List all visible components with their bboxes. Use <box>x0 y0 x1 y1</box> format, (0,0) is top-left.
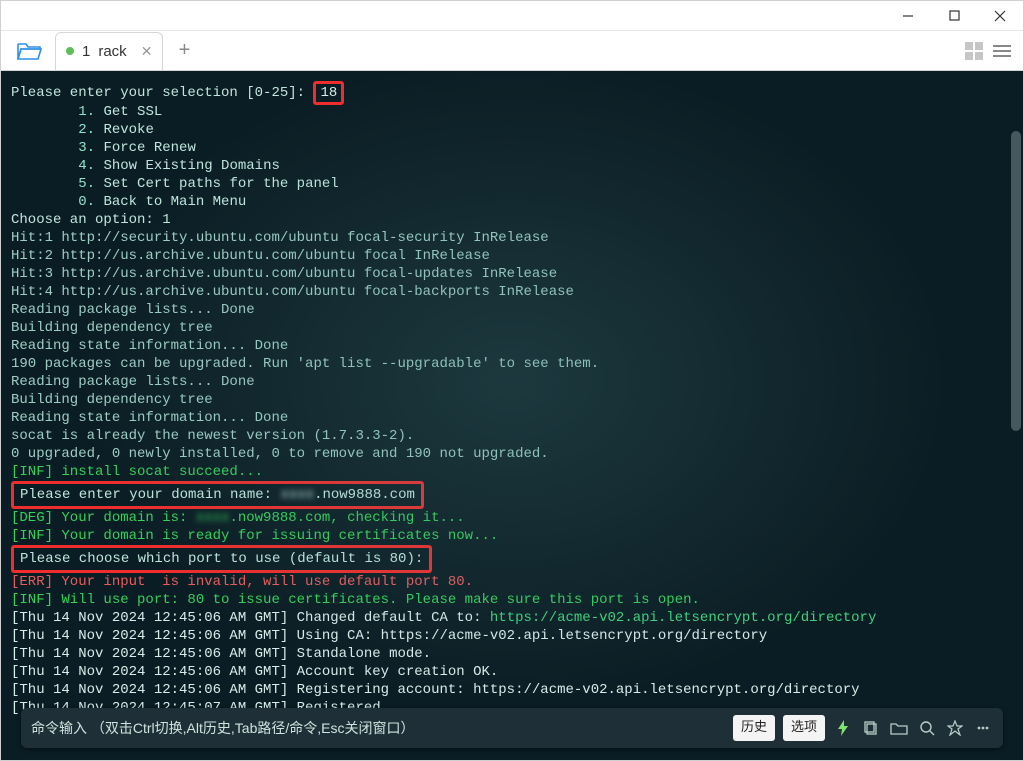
domain-prompt-text: Please enter your domain name: <box>20 487 280 503</box>
maximize-button[interactable] <box>931 1 977 31</box>
apt-line: Reading package lists... Done <box>11 301 1013 319</box>
selection-value: 18 <box>320 85 337 101</box>
menu-item-cert-paths: Set Cert paths for the panel <box>103 176 338 192</box>
apt-line: Hit:4 http://us.archive.ubuntu.com/ubunt… <box>11 283 1013 301</box>
window-titlebar <box>1 1 1023 31</box>
acme-registering: Registering account: https://acme-v02.ap… <box>288 682 859 698</box>
menu-item-revoke: Revoke <box>103 122 153 138</box>
minimize-button[interactable] <box>885 1 931 31</box>
bolt-icon[interactable] <box>833 718 853 738</box>
domain-blurred: xxxx <box>196 510 230 526</box>
port-prompt-text: Please choose which port to use (default… <box>20 551 423 567</box>
menu-num: 4. <box>78 158 95 174</box>
selection-prompt: Please enter your selection [0-25]: <box>11 85 305 101</box>
copy-icon[interactable] <box>861 718 881 738</box>
more-icon[interactable] <box>973 718 993 738</box>
new-tab-button[interactable]: + <box>169 36 199 66</box>
apt-line: Hit:3 http://us.archive.ubuntu.com/ubunt… <box>11 265 1013 283</box>
acme-text: Changed default CA to: <box>288 610 490 626</box>
inf-ready-line: [INF] Your domain is ready for issuing c… <box>11 527 1013 545</box>
timestamp: [Thu 14 Nov 2024 12:45:06 AM GMT] <box>11 682 288 698</box>
err-line: [ERR] Your input is invalid, will use de… <box>11 573 1013 591</box>
menu-item-show-domains: Show Existing Domains <box>103 158 279 174</box>
star-icon[interactable] <box>945 718 965 738</box>
grid-view-icon[interactable] <box>965 42 983 60</box>
app-window: 1 rack ✕ + Please enter your selection [… <box>0 0 1024 761</box>
apt-line: Building dependency tree <box>11 319 1013 337</box>
timestamp: [Thu 14 Nov 2024 12:45:06 AM GMT] <box>11 646 288 662</box>
menu-num: 0. <box>78 194 95 210</box>
menu-num: 5. <box>78 176 95 192</box>
terminal-output[interactable]: Please enter your selection [0-25]: 18 1… <box>1 71 1023 760</box>
timestamp: [Thu 14 Nov 2024 12:45:06 AM GMT] <box>11 610 288 626</box>
menu-item-back: Back to Main Menu <box>103 194 246 210</box>
tab-index: 1 <box>82 43 90 60</box>
apt-line: Reading package lists... Done <box>11 373 1013 391</box>
menu-item-force-renew: Force Renew <box>103 140 195 156</box>
acme-standalone: Standalone mode. <box>288 646 431 662</box>
apt-line: Hit:2 http://us.archive.ubuntu.com/ubunt… <box>11 247 1013 265</box>
apt-line: socat is already the newest version (1.7… <box>11 427 1013 445</box>
port-prompt-highlight: Please choose which port to use (default… <box>11 545 432 573</box>
domain-prompt-highlight: Please enter your domain name: xxxx.now9… <box>11 481 424 509</box>
deg-prefix: [DEG] Your domain is: <box>11 510 196 526</box>
scrollbar[interactable] <box>1011 131 1021 431</box>
menu-item-get-ssl: Get SSL <box>103 104 162 120</box>
choose-option-line: Choose an option: 1 <box>11 211 1013 229</box>
apt-line: Building dependency tree <box>11 391 1013 409</box>
command-input-label: 命令输入 <box>31 720 87 736</box>
selection-highlight: 18 <box>313 81 344 105</box>
status-dot-icon <box>66 47 74 55</box>
command-input-hint: （双击Ctrl切换,Alt历史,Tab路径/命令,Esc关闭窗口） <box>91 720 415 736</box>
search-icon[interactable] <box>917 718 937 738</box>
timestamp: [Thu 14 Nov 2024 12:45:06 AM GMT] <box>11 628 288 644</box>
tab-bar: 1 rack ✕ + <box>1 31 1023 71</box>
command-bar[interactable]: 命令输入 （双击Ctrl切换,Alt历史,Tab路径/命令,Esc关闭窗口） 历… <box>21 708 1003 748</box>
close-window-button[interactable] <box>977 1 1023 31</box>
options-button[interactable]: 选项 <box>783 715 825 741</box>
deg-suffix: .now9888.com, checking it... <box>229 510 464 526</box>
open-folder-icon[interactable] <box>11 32 49 70</box>
menu-num: 1. <box>78 104 95 120</box>
apt-line: Hit:1 http://security.ubuntu.com/ubuntu … <box>11 229 1013 247</box>
history-button[interactable]: 历史 <box>733 715 775 741</box>
menu-icon[interactable] <box>993 45 1011 57</box>
apt-line: Reading state information... Done <box>11 409 1013 427</box>
menu-num: 3. <box>78 140 95 156</box>
tab-label: rack <box>98 43 126 60</box>
domain-blurred: xxxx <box>280 487 314 503</box>
inf-port-line: [INF] Will use port: 80 to issue certifi… <box>11 591 1013 609</box>
inf-install-socat: [INF] install socat succeed... <box>11 463 1013 481</box>
folder-icon[interactable] <box>889 718 909 738</box>
apt-line: 190 packages can be upgraded. Run 'apt l… <box>11 355 1013 373</box>
tab-session-rack[interactable]: 1 rack ✕ <box>55 32 163 70</box>
menu-num: 2. <box>78 122 95 138</box>
domain-value: .now9888.com <box>314 487 415 503</box>
acme-using-ca: Using CA: https://acme-v02.api.letsencry… <box>288 628 767 644</box>
acme-key-ok: Account key creation OK. <box>288 664 498 680</box>
close-tab-button[interactable]: ✕ <box>141 43 153 60</box>
timestamp: [Thu 14 Nov 2024 12:45:06 AM GMT] <box>11 664 288 680</box>
apt-line: 0 upgraded, 0 newly installed, 0 to remo… <box>11 445 1013 463</box>
acme-ca-url: https://acme-v02.api.letsencrypt.org/dir… <box>490 610 876 626</box>
apt-line: Reading state information... Done <box>11 337 1013 355</box>
